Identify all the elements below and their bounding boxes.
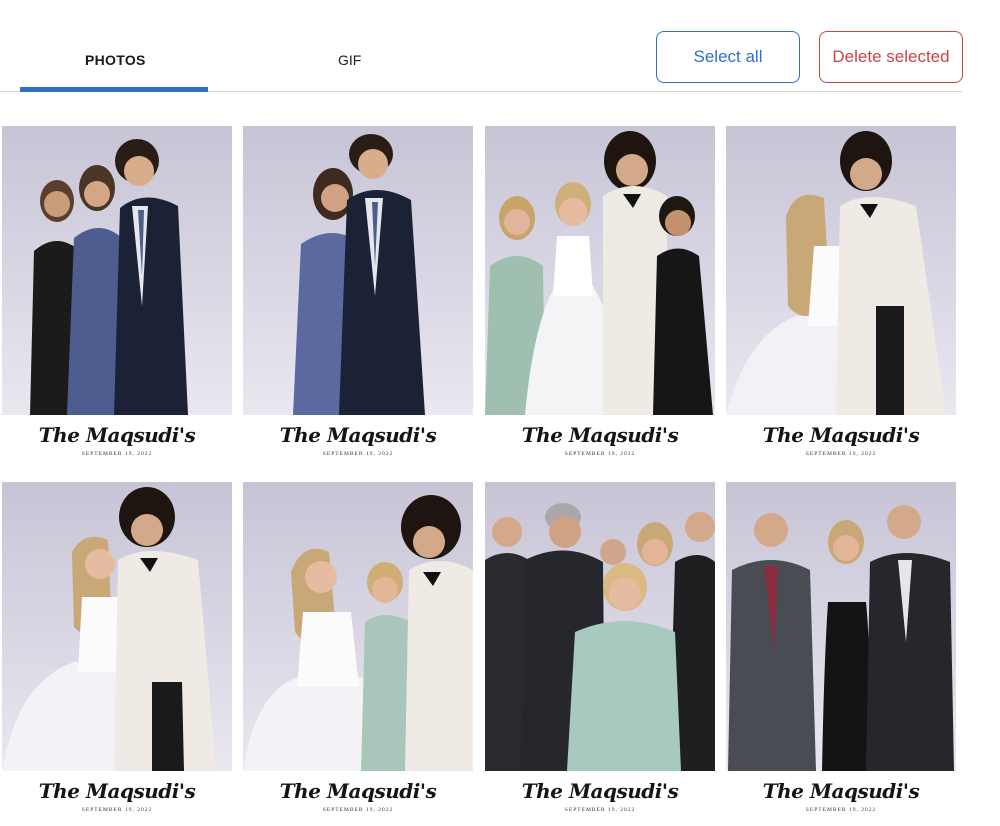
caption-script: The Maqsudi's xyxy=(762,779,920,803)
photo-card[interactable]: The Maqsudi's SEPTEMBER 19, 2022 xyxy=(243,126,473,473)
caption-date: SEPTEMBER 19, 2022 xyxy=(81,807,153,813)
caption-script: The Maqsudi's xyxy=(279,423,437,447)
photo-card[interactable]: The Maqsudi's SEPTEMBER 19, 2022 xyxy=(485,482,715,826)
photo-card[interactable]: The Maqsudi's SEPTEMBER 19, 2022 xyxy=(726,126,956,473)
tab-photos[interactable]: PHOTOS xyxy=(85,52,146,68)
photo-people-figure xyxy=(243,495,473,771)
photo-people-figure xyxy=(2,487,216,771)
caption-script: The Maqsudi's xyxy=(279,779,437,803)
caption-script: The Maqsudi's xyxy=(762,423,920,447)
caption-date: SEPTEMBER 19, 2022 xyxy=(81,451,153,457)
caption-date: SEPTEMBER 19, 2022 xyxy=(322,807,394,813)
tab-bar: PHOTOS GIF xyxy=(0,0,962,92)
photo-caption: The Maqsudi's SEPTEMBER 19, 2022 xyxy=(2,415,232,473)
photo-card[interactable]: The Maqsudi's SEPTEMBER 19, 2022 xyxy=(243,482,473,826)
active-tab-indicator xyxy=(20,87,208,92)
tab-gif[interactable]: GIF xyxy=(338,52,361,68)
caption-script: The Maqsudi's xyxy=(38,423,196,447)
photo-people-figure xyxy=(30,139,188,415)
caption-script: The Maqsudi's xyxy=(38,779,196,803)
photo-caption: The Maqsudi's SEPTEMBER 19, 2022 xyxy=(243,415,473,473)
photo-caption: The Maqsudi's SEPTEMBER 19, 2022 xyxy=(485,415,715,473)
photo-people-figure xyxy=(485,503,715,771)
caption-date: SEPTEMBER 19, 2022 xyxy=(322,451,394,457)
caption-script: The Maqsudi's xyxy=(521,779,679,803)
delete-selected-button[interactable]: Delete selected xyxy=(819,31,963,83)
caption-date: SEPTEMBER 19, 2022 xyxy=(564,451,636,457)
photo-people-figure xyxy=(485,131,713,415)
photo-card[interactable]: The Maqsudi's SEPTEMBER 19, 2022 xyxy=(2,482,232,826)
photo-caption: The Maqsudi's SEPTEMBER 19, 2022 xyxy=(485,771,715,826)
photo-card[interactable]: The Maqsudi's SEPTEMBER 19, 2022 xyxy=(726,482,956,826)
select-all-button[interactable]: Select all xyxy=(656,31,800,83)
photo-image xyxy=(2,126,232,415)
photo-image xyxy=(243,482,473,771)
caption-script: The Maqsudi's xyxy=(521,423,679,447)
photo-image xyxy=(485,126,715,415)
caption-date: SEPTEMBER 19, 2022 xyxy=(805,451,877,457)
photo-image xyxy=(485,482,715,771)
photo-people-figure xyxy=(726,131,946,415)
photo-image xyxy=(726,482,956,771)
caption-date: SEPTEMBER 19, 2022 xyxy=(805,807,877,813)
photo-caption: The Maqsudi's SEPTEMBER 19, 2022 xyxy=(2,771,232,826)
caption-date: SEPTEMBER 19, 2022 xyxy=(564,807,636,813)
photo-caption: The Maqsudi's SEPTEMBER 19, 2022 xyxy=(243,771,473,826)
photo-caption: The Maqsudi's SEPTEMBER 19, 2022 xyxy=(726,415,956,473)
photo-caption: The Maqsudi's SEPTEMBER 19, 2022 xyxy=(726,771,956,826)
photo-card[interactable]: The Maqsudi's SEPTEMBER 19, 2022 xyxy=(485,126,715,473)
photo-image xyxy=(2,482,232,771)
photo-people-figure xyxy=(728,505,954,771)
photo-image xyxy=(243,126,473,415)
photo-people-figure xyxy=(293,134,425,415)
photo-card[interactable]: The Maqsudi's SEPTEMBER 19, 2022 xyxy=(2,126,232,473)
photo-image xyxy=(726,126,956,415)
